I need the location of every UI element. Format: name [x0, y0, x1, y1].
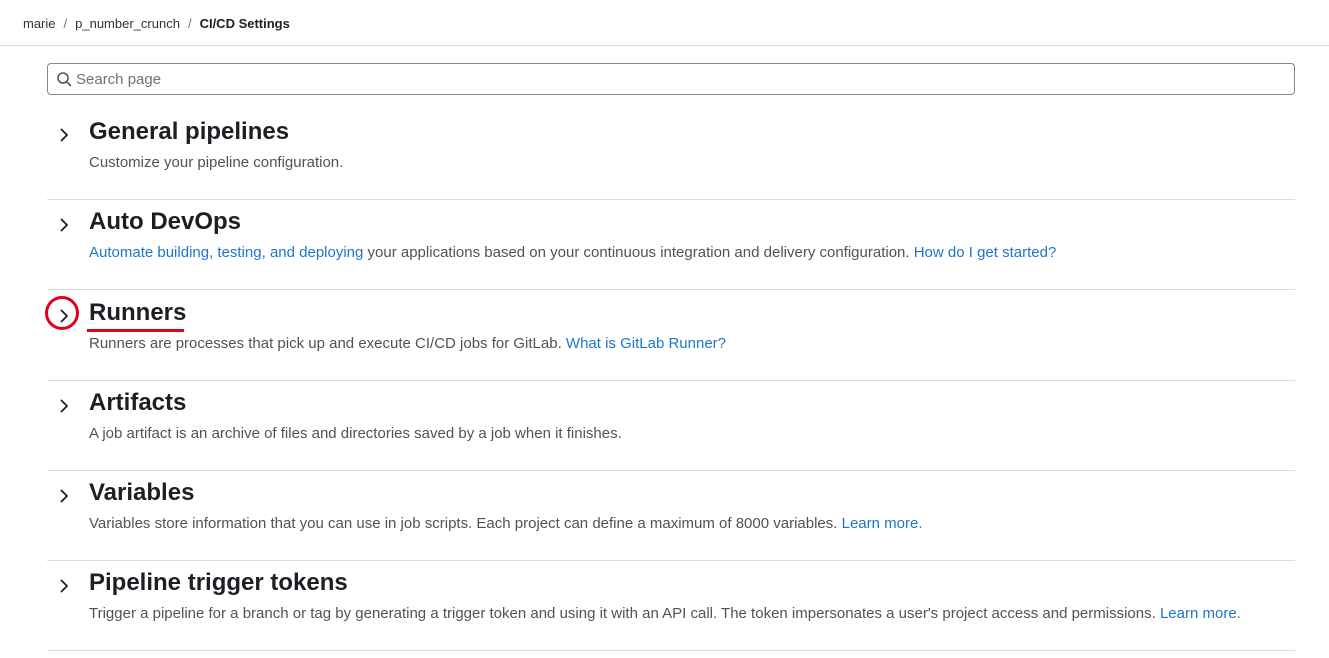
section-auto-devops: Auto DevOps Automate building, testing, … — [47, 200, 1295, 290]
section-title[interactable]: General pipelines — [89, 118, 289, 146]
breadcrumb-separator: / — [187, 16, 192, 31]
breadcrumb-item-project[interactable]: p_number_crunch — [75, 16, 180, 31]
expand-auto-devops-button[interactable] — [52, 213, 76, 237]
get-started-link[interactable]: How do I get started? — [914, 244, 1057, 261]
chevron-right-icon — [60, 218, 68, 232]
section-runners: Runners Runners are processes that pick … — [45, 291, 1295, 381]
section-description: Customize your pipeline configuration. — [89, 154, 343, 171]
section-pipeline-trigger-tokens: Pipeline trigger tokens Trigger a pipeli… — [47, 561, 1295, 651]
section-description: Variables store information that you can… — [89, 515, 922, 532]
section-general-pipelines: General pipelines Customize your pipelin… — [47, 110, 1295, 200]
expand-variables-button[interactable] — [52, 484, 76, 508]
section-description: Automate building, testing, and deployin… — [89, 244, 1056, 261]
expand-artifacts-button[interactable] — [52, 394, 76, 418]
section-description: Trigger a pipeline for a branch or tag b… — [89, 605, 1241, 622]
chevron-right-icon — [60, 399, 68, 413]
section-description: Runners are processes that pick up and e… — [89, 335, 726, 352]
section-title[interactable]: Auto DevOps — [89, 208, 241, 236]
breadcrumb: marie / p_number_crunch / CI/CD Settings — [23, 16, 290, 31]
search-icon — [57, 72, 72, 87]
section-variables: Variables Variables store information th… — [47, 471, 1295, 561]
trigger-tokens-learn-more-link[interactable]: Learn more. — [1160, 605, 1241, 622]
description-text: A job artifact is an archive of files an… — [89, 425, 622, 442]
description-text: your applications based on your continuo… — [363, 244, 914, 261]
breadcrumb-separator: / — [63, 16, 68, 31]
breadcrumb-item-user[interactable]: marie — [23, 16, 56, 31]
section-description: A job artifact is an archive of files an… — [89, 425, 622, 442]
chevron-right-icon — [60, 489, 68, 503]
search-input[interactable] — [76, 66, 1294, 92]
section-title[interactable]: Pipeline trigger tokens — [89, 569, 348, 597]
section-title[interactable]: Runners — [89, 299, 186, 327]
annotation-circle — [45, 296, 79, 330]
top-bar: marie / p_number_crunch / CI/CD Settings — [0, 0, 1329, 46]
search-box — [47, 63, 1295, 95]
description-text: Variables store information that you can… — [89, 515, 842, 532]
auto-devops-docs-link[interactable]: Automate building, testing, and deployin… — [89, 244, 363, 261]
section-title[interactable]: Artifacts — [89, 389, 186, 417]
description-text: Customize your pipeline configuration. — [89, 154, 344, 171]
breadcrumb-current-page[interactable]: CI/CD Settings — [200, 16, 290, 31]
section-artifacts: Artifacts A job artifact is an archive o… — [47, 381, 1295, 471]
annotation-underline — [87, 329, 184, 332]
gitlab-runner-link[interactable]: What is GitLab Runner? — [566, 335, 726, 352]
expand-pipeline-trigger-tokens-button[interactable] — [52, 574, 76, 598]
variables-learn-more-link[interactable]: Learn more. — [842, 515, 923, 532]
chevron-right-icon — [60, 128, 68, 142]
expand-general-pipelines-button[interactable] — [52, 123, 76, 147]
chevron-right-icon — [60, 579, 68, 593]
section-title[interactable]: Variables — [89, 479, 194, 507]
description-text: Runners are processes that pick up and e… — [89, 335, 566, 352]
description-text: Trigger a pipeline for a branch or tag b… — [89, 605, 1160, 622]
